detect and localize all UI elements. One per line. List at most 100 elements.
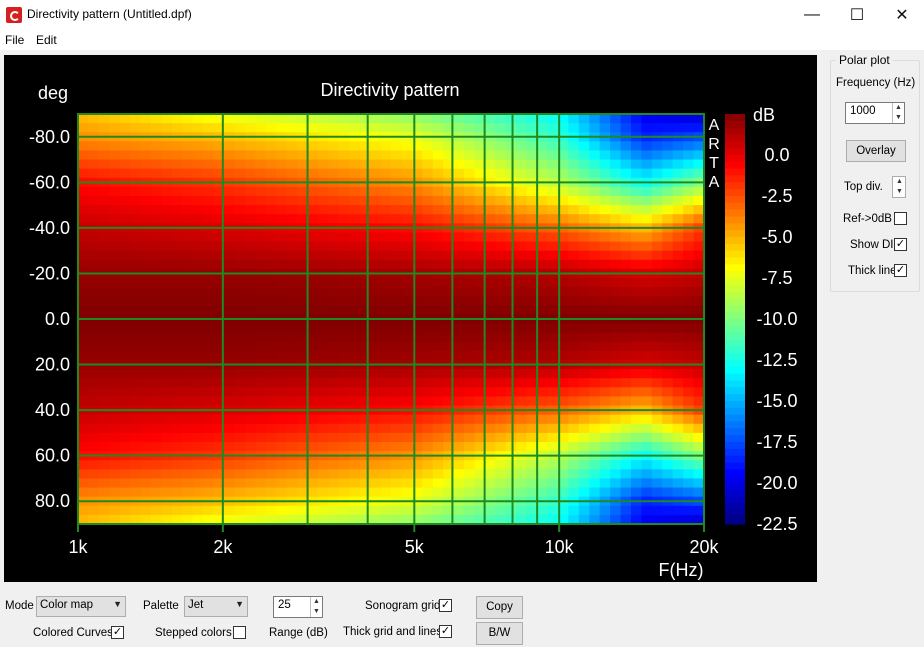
palette-dropdown[interactable]: Jet ▼	[184, 596, 248, 617]
heatmap-cell	[130, 159, 142, 170]
heatmap-cell	[286, 505, 298, 516]
heatmap-cell	[286, 259, 298, 270]
heatmap-cell	[651, 141, 663, 152]
show-di-checkbox[interactable]: ✓	[894, 238, 907, 251]
heatmap-cell	[349, 369, 361, 379]
heatmap-cell	[255, 387, 267, 398]
heatmap-cell	[484, 232, 496, 243]
bw-button[interactable]: B/W	[476, 622, 523, 645]
spin-up-icon[interactable]: ▲	[893, 103, 904, 113]
menu-edit[interactable]: Edit	[36, 33, 57, 47]
heatmap-cell	[662, 423, 674, 434]
heatmap-cell	[307, 114, 319, 124]
heatmap-cell	[370, 396, 382, 407]
colored-curves-checkbox[interactable]: ✓	[111, 626, 124, 639]
heatmap-cell	[151, 350, 163, 361]
minimize-button[interactable]: —	[789, 0, 835, 30]
thick-line-checkbox[interactable]: ✓	[894, 264, 907, 277]
heatmap-cell	[182, 469, 194, 480]
range-spinner[interactable]: 25 ▲ ▼	[273, 596, 323, 618]
heatmap-cell	[630, 442, 642, 452]
heatmap-cell	[547, 232, 559, 243]
spin-down-icon[interactable]: ▼	[311, 607, 322, 617]
heatmap-cell	[297, 278, 309, 288]
heatmap-cell	[662, 159, 674, 170]
top-div-spinner[interactable]: ▲ ▼	[892, 176, 906, 198]
heatmap-cell	[140, 168, 152, 179]
heatmap-cell	[203, 396, 215, 407]
heatmap-cell	[453, 396, 465, 407]
heatmap-cell	[349, 196, 361, 206]
copy-button[interactable]: Copy	[476, 596, 523, 619]
heatmap-cell	[662, 378, 674, 388]
heatmap-cell	[78, 332, 90, 343]
frequency-spinner[interactable]: 1000 ▲ ▼	[845, 102, 905, 124]
spin-down-icon[interactable]: ▼	[894, 187, 905, 197]
heatmap-cell	[276, 287, 288, 297]
heatmap-cell	[672, 186, 684, 197]
heatmap-cell	[672, 259, 684, 270]
heatmap-cell	[380, 460, 392, 470]
overlay-button[interactable]: Overlay	[846, 140, 906, 162]
heatmap-cell	[401, 296, 413, 306]
thick-grid-checkbox[interactable]: ✓	[439, 625, 452, 638]
heatmap-cell	[307, 378, 319, 388]
heatmap-cell	[568, 296, 580, 306]
menu-file[interactable]: File	[5, 33, 24, 47]
heatmap-cell	[234, 442, 246, 452]
colorbar-tick-label: -7.5	[761, 268, 792, 288]
heatmap-cell	[286, 460, 298, 470]
heatmap-cell	[516, 196, 528, 206]
ref-0db-checkbox[interactable]	[894, 212, 907, 225]
heatmap-cell	[620, 205, 632, 215]
close-button[interactable]: ✕	[879, 0, 924, 30]
heatmap-cell	[693, 341, 705, 352]
heatmap-cell	[328, 186, 340, 197]
spin-down-icon[interactable]: ▼	[893, 113, 904, 123]
mode-dropdown[interactable]: Color map ▼	[36, 596, 126, 617]
y-axis-label: deg	[38, 83, 68, 103]
heatmap-cell	[265, 460, 277, 470]
heatmap-cell	[432, 114, 444, 124]
heatmap-cell	[359, 469, 371, 480]
heatmap-cell	[526, 278, 538, 288]
heatmap-cell	[693, 478, 705, 489]
heatmap-cell	[328, 423, 340, 434]
heatmap-cell	[683, 487, 695, 498]
heatmap-cell	[370, 332, 382, 343]
heatmap-cell	[578, 387, 590, 398]
spin-up-icon[interactable]: ▲	[894, 177, 905, 187]
heatmap-cell	[693, 205, 705, 215]
sonogram-grid-checkbox[interactable]: ✓	[439, 599, 452, 612]
heatmap-cell	[537, 114, 549, 124]
heatmap-cell	[683, 214, 695, 224]
heatmap-cell	[119, 232, 131, 243]
heatmap-cell	[453, 442, 465, 452]
heatmap-cell	[109, 159, 121, 170]
heatmap-cell	[171, 423, 183, 434]
heatmap-cell	[130, 350, 142, 361]
heatmap-cell	[370, 478, 382, 489]
heatmap-cell	[255, 150, 267, 161]
heatmap-cell	[620, 378, 632, 388]
heatmap-cell	[610, 505, 622, 516]
maximize-button[interactable]: ☐	[834, 0, 880, 30]
heatmap-cell	[547, 423, 559, 434]
heatmap-cell	[297, 387, 309, 398]
y-tick-label: 60.0	[35, 446, 70, 466]
chevron-down-icon: ▼	[113, 599, 122, 609]
stepped-colors-checkbox[interactable]	[233, 626, 246, 639]
heatmap-cell	[328, 432, 340, 443]
heatmap-cell	[505, 114, 517, 124]
spin-up-icon[interactable]: ▲	[311, 597, 322, 607]
heatmap-cell	[589, 369, 601, 379]
heatmap-cell	[578, 259, 590, 270]
heatmap-cell	[495, 378, 507, 388]
heatmap-cell	[380, 241, 392, 252]
heatmap-cell	[370, 387, 382, 398]
heatmap-cell	[119, 350, 131, 361]
heatmap-cell	[537, 278, 549, 288]
heatmap-cell	[537, 478, 549, 489]
heatmap-cell	[599, 259, 611, 270]
heatmap-cell	[140, 332, 152, 343]
